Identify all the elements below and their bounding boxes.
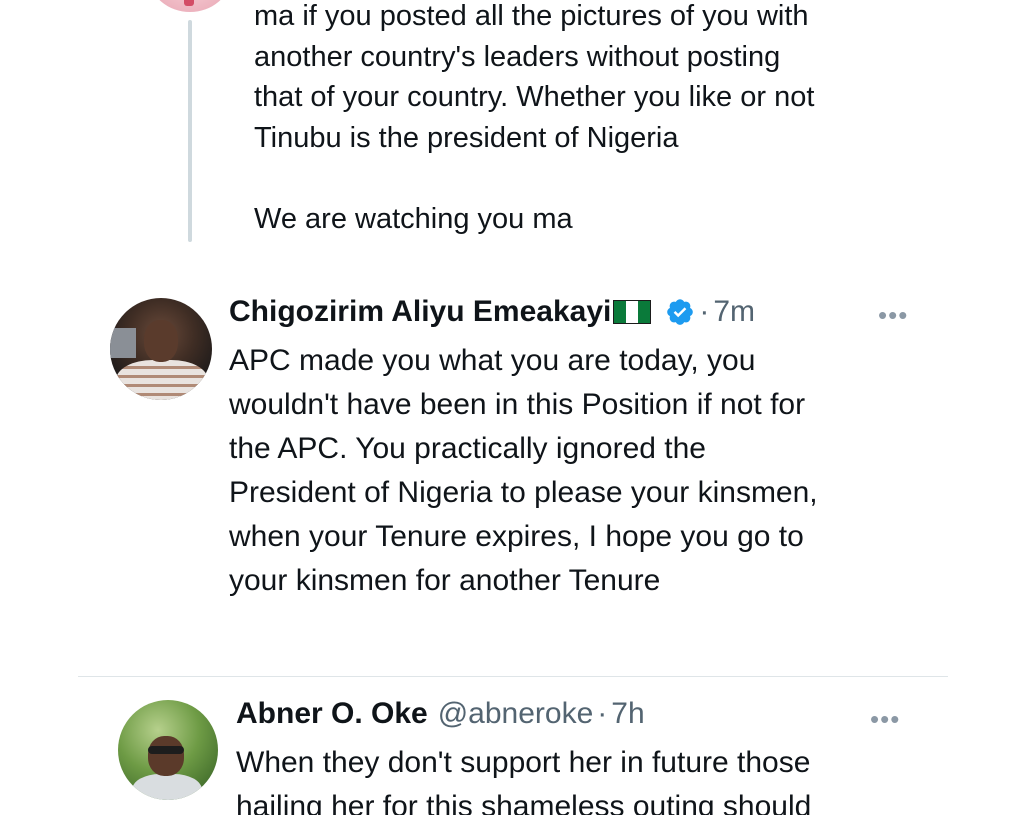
tweet-text-line: your kinsmen for another Tenure — [229, 564, 661, 597]
tweet-text-line: President of Nigeria to please your kins… — [229, 476, 818, 509]
tweet-header: Abner O. Oke @abneroke · 7h — [236, 697, 645, 731]
avatar-shirt — [116, 360, 208, 400]
tweet-text: APC made you what you are today, you wou… — [229, 339, 818, 603]
tweet-text-line: wouldn't have been in this Position if n… — [229, 388, 806, 421]
avatar-body — [132, 774, 202, 800]
more-options-icon[interactable]: ••• — [870, 706, 900, 732]
author-name[interactable]: Abner O. Oke — [236, 697, 428, 731]
tweet-text-line: APC made you what you are today, you — [229, 344, 756, 377]
tweet-text: When they don't support her in future th… — [236, 741, 811, 815]
tweet-text: ma if you posted all the pictures of you… — [254, 0, 954, 239]
avatar-face — [144, 320, 178, 362]
author-name[interactable]: Chigozirim Aliyu Emeakayi — [229, 295, 611, 329]
separator-dot: · — [699, 295, 710, 328]
timestamp[interactable]: 7h — [611, 697, 644, 731]
avatar-background — [110, 328, 136, 358]
author-handle[interactable]: @abneroke — [438, 697, 594, 731]
verified-badge-icon — [667, 299, 694, 325]
tweet-text-line: that of your country. Whether you like o… — [254, 81, 815, 113]
tweet-text-line: ma if you posted all the pictures of you… — [254, 0, 809, 32]
reply-thread: ma if you posted all the pictures of you… — [0, 0, 1024, 815]
thread-connector-line — [188, 20, 192, 242]
nigeria-flag-icon — [613, 300, 652, 324]
avatar-face — [148, 736, 184, 776]
tweet-text-line: the APC. You practically ignored the — [229, 432, 706, 465]
tweet-header: Chigozirim Aliyu Emeakayi · 7m — [229, 295, 755, 329]
avatar[interactable] — [118, 700, 218, 800]
tweet-text-line: Tinubu is the president of Nigeria — [254, 121, 679, 154]
more-options-icon[interactable]: ••• — [878, 302, 908, 328]
tweet-text-line: When they don't support her in future th… — [236, 746, 811, 779]
tweet-text-line: hailing her for this shameless outing sh… — [236, 790, 812, 815]
tweet-divider — [78, 676, 948, 677]
separator-dot: · — [597, 697, 608, 730]
avatar[interactable] — [110, 298, 212, 400]
tweet-text-line: when your Tenure expires, I hope you go … — [229, 520, 804, 553]
avatar[interactable] — [150, 0, 230, 12]
avatar-glasses — [148, 746, 184, 754]
timestamp[interactable]: 7m — [713, 295, 755, 329]
tweet-text-line: We are watching you ma — [254, 202, 573, 235]
tweet-text-line: another country's leaders without postin… — [254, 40, 781, 73]
